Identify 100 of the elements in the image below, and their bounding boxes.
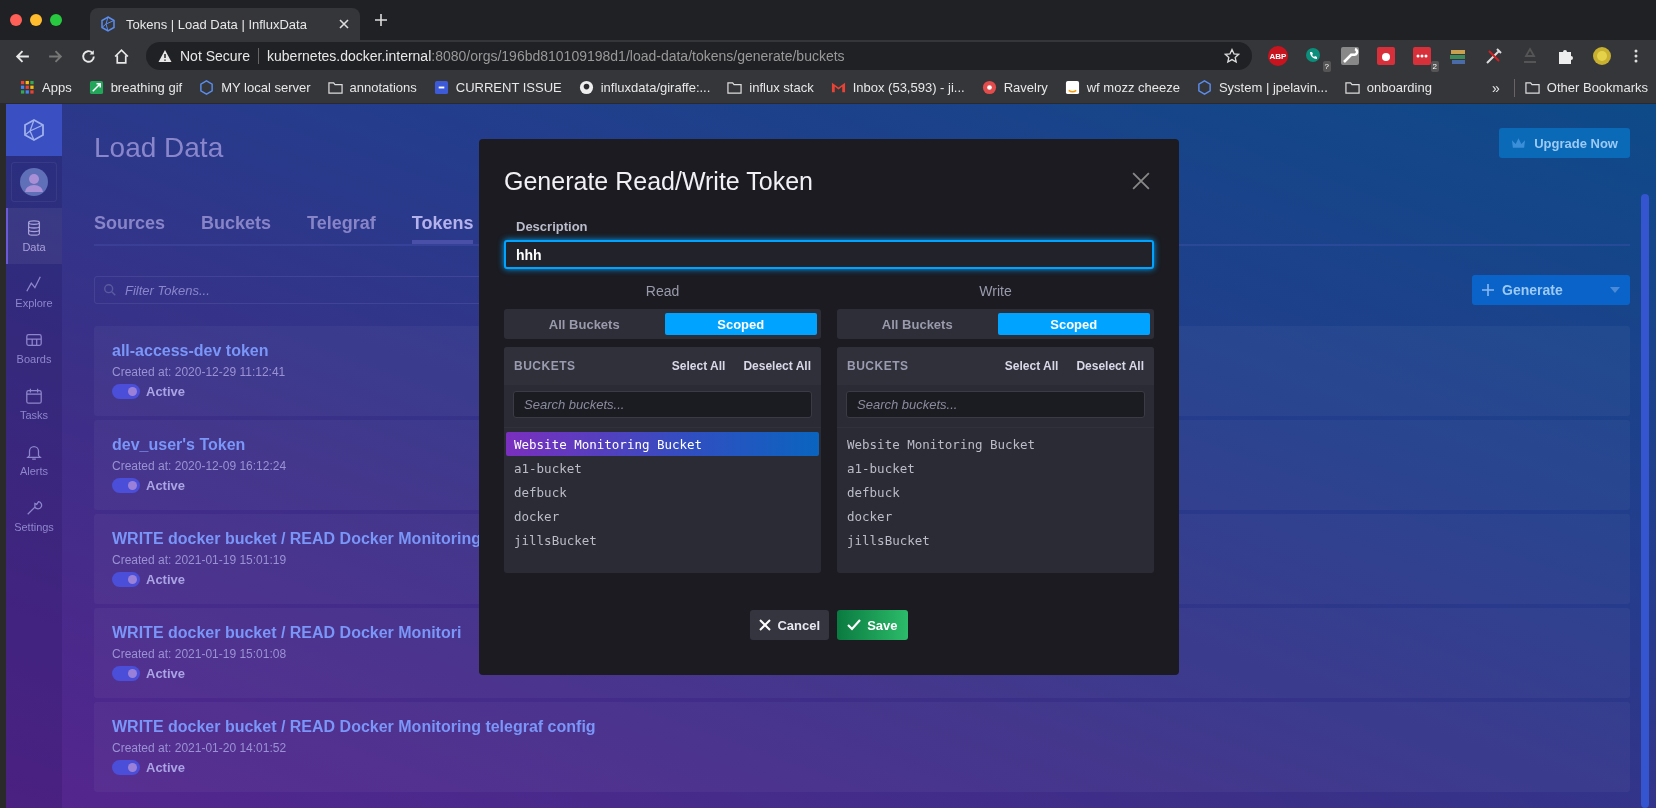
bucket-item[interactable]: docker — [839, 504, 1152, 528]
search-field[interactable]: Search buckets... — [846, 391, 1145, 418]
active-toggle[interactable] — [112, 666, 140, 681]
hexagon-icon — [22, 118, 46, 142]
address-bar[interactable]: Not Secure kubernetes.docker.internal:8080/orgs/196bd810109198d1/load-data/tokens/generate/buckets — [146, 42, 1252, 70]
reload-icon[interactable] — [80, 47, 97, 65]
cancel-button[interactable]: Cancel — [750, 610, 830, 640]
page-title: Load Data — [94, 132, 224, 164]
avatar-icon — [20, 168, 48, 196]
extension-icon[interactable] — [1592, 46, 1612, 66]
scope-option[interactable]: All Buckets — [841, 313, 994, 335]
bucket-item[interactable]: docker — [506, 504, 819, 528]
mail-icon — [830, 80, 846, 95]
logo-tile[interactable] — [6, 104, 62, 156]
column-heading: Read — [644, 283, 681, 301]
bucket-item[interactable]: defbuck — [506, 480, 819, 504]
page-tab[interactable]: Tokens — [411, 213, 474, 244]
extension-icon[interactable] — [1412, 46, 1432, 66]
star-icon[interactable] — [1224, 48, 1240, 64]
status-label: Active — [146, 572, 186, 587]
deselect-all-link[interactable]: Deselect All — [743, 359, 811, 373]
bookmark-link[interactable]: Apps — [20, 80, 72, 95]
close-icon — [759, 619, 772, 631]
bucket-item[interactable]: a1-bucket — [839, 456, 1152, 480]
close-icon[interactable] — [1132, 172, 1150, 190]
check-icon — [847, 618, 862, 632]
graph-icon — [25, 275, 43, 293]
active-toggle[interactable] — [112, 384, 140, 399]
bucket-item[interactable]: jillsBucket — [839, 528, 1152, 552]
bucket-item[interactable]: defbuck — [839, 480, 1152, 504]
nav-item[interactable]: Data — [6, 208, 62, 264]
extension-badge: ? — [1322, 61, 1331, 72]
status-label: Active — [146, 478, 186, 493]
description-input[interactable]: hhh — [504, 240, 1154, 269]
bucket-item[interactable]: Website Monitoring Bucket — [506, 432, 819, 456]
created-date: Created at: 2021-01-19 15:01:08 — [112, 646, 287, 662]
status-label: Active — [146, 384, 186, 399]
bell-icon — [25, 443, 43, 461]
minimize-window-button[interactable] — [30, 14, 42, 26]
bookmark-link[interactable]: MY local server — [199, 80, 311, 95]
extension-icon[interactable] — [1484, 46, 1504, 66]
folder-icon — [1344, 80, 1360, 95]
bucket-item[interactable]: jillsBucket — [506, 528, 819, 552]
field-label: Description — [516, 219, 589, 234]
scope-option[interactable]: All Buckets — [508, 313, 661, 335]
zoom-window-button[interactable] — [50, 14, 62, 26]
bookmark-link[interactable]: breathing gif — [88, 80, 183, 95]
stop-sign-icon[interactable]: ABP — [1268, 46, 1288, 66]
column-heading: Write — [978, 283, 1013, 301]
status-label: Active — [146, 760, 186, 775]
bookmark-link[interactable]: influx stack — [727, 80, 814, 95]
created-date: Created at: 2020-12-09 16:12:24 — [112, 458, 287, 474]
select-all-link[interactable]: Select All — [1004, 359, 1059, 373]
extension-icon[interactable] — [1340, 46, 1360, 66]
bookmark-link[interactable]: annotations — [327, 80, 417, 95]
bucket-item[interactable]: Website Monitoring Bucket — [839, 432, 1152, 456]
active-toggle[interactable] — [112, 760, 140, 775]
bookmark-link[interactable]: onboarding — [1344, 80, 1432, 95]
database-icon — [25, 219, 43, 237]
more-bookmarks-button[interactable]: » — [1488, 79, 1504, 96]
status-label: Active — [146, 666, 186, 681]
close-window-button[interactable] — [10, 14, 22, 26]
created-date: Created at: 2020-12-29 11:12:41 — [112, 364, 286, 380]
search-field[interactable]: Search buckets... — [513, 391, 812, 418]
browser-tab[interactable]: Tokens | Load Data | InfluxData — [90, 8, 360, 40]
smile-icon — [1064, 80, 1080, 95]
deselect-all-link[interactable]: Deselect All — [1076, 359, 1144, 373]
active-toggle[interactable] — [112, 478, 140, 493]
new-tab-icon[interactable] — [374, 13, 388, 27]
bookmark-link[interactable]: Inbox (53,593) - ji... — [830, 80, 965, 95]
bookmark-link[interactable]: influxdata/giraffe:... — [578, 80, 711, 95]
calendar-icon — [25, 387, 43, 405]
created-date: Created at: 2021-01-19 15:01:19 — [112, 552, 287, 568]
bookmark-link[interactable]: wf mozz cheeze — [1064, 80, 1180, 95]
home-icon[interactable] — [113, 47, 130, 65]
dialog-title: Generate Read/Write Token — [504, 166, 813, 196]
hexagon-icon — [199, 80, 215, 95]
bucket-item[interactable]: a1-bucket — [506, 456, 819, 480]
extension-icon[interactable] — [1376, 46, 1396, 66]
bookmark-folder-link[interactable]: Other Bookmarks — [1524, 80, 1648, 95]
hexagon-icon — [1196, 80, 1212, 95]
security-label: Not Secure — [180, 48, 251, 64]
nav-item[interactable]: Settings — [6, 488, 62, 544]
grid-icon — [25, 331, 43, 349]
nav-item[interactable]: Boards — [6, 320, 62, 376]
scrollbar-thumb[interactable] — [1641, 194, 1649, 808]
bookmark-link[interactable]: System | jpelavin... — [1196, 80, 1328, 95]
active-toggle[interactable] — [112, 572, 140, 587]
bookmark-link[interactable]: CURRENT ISSUE — [433, 80, 562, 95]
crown-icon — [1511, 137, 1527, 149]
nav-item[interactable]: Alerts — [6, 432, 62, 488]
bookmark-link[interactable]: Ravelry — [981, 80, 1048, 95]
user-avatar[interactable] — [11, 162, 57, 202]
tab-title: Tokens | Load Data | InfluxData — [126, 16, 308, 32]
warning-icon — [158, 49, 172, 63]
tile-icon — [433, 80, 449, 95]
nav-item[interactable]: Tasks — [6, 376, 62, 432]
select-all-link[interactable]: Select All — [671, 359, 726, 373]
nav-item[interactable]: Explore — [6, 264, 62, 320]
panel-title: BUCKETS — [847, 359, 910, 373]
